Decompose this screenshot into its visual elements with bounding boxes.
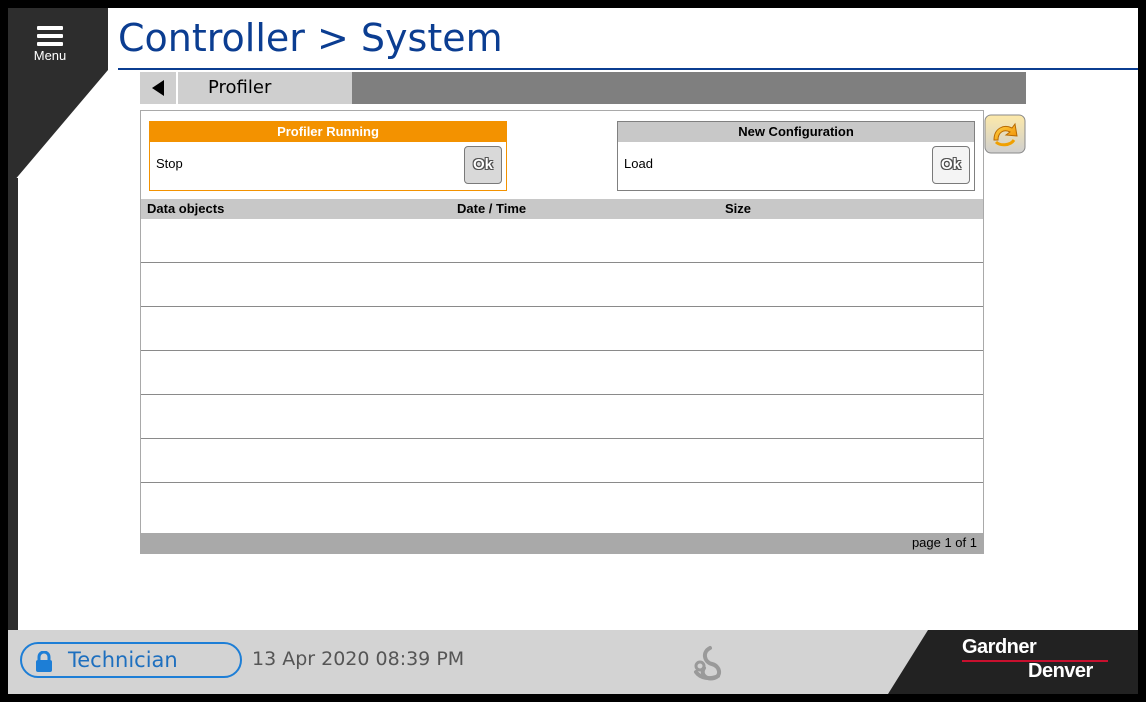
table-row[interactable] (141, 483, 983, 527)
stop-ok-button[interactable]: Ok (464, 146, 502, 184)
profiler-status-box: Profiler Running Stop Ok (149, 121, 507, 191)
app-screen: Menu Controller > System Profiler Profil… (8, 8, 1138, 694)
menu-panel (8, 8, 108, 188)
refresh-button[interactable] (984, 114, 1026, 154)
profiler-panel: Profiler Running Stop Ok New Configurati… (140, 110, 984, 554)
refresh-arrow-icon (984, 114, 1026, 154)
profiler-action-label: Stop (156, 156, 183, 171)
hamburger-icon (37, 26, 63, 46)
table-header: Data objects Date / Time Size (141, 199, 983, 219)
status-footer: Technician 13 Apr 2020 08:39 PM Gardner … (8, 630, 1138, 694)
configuration-action-row: Load Ok (618, 142, 974, 190)
brand-logo: Gardner Denver (888, 630, 1138, 694)
menu-label: Menu (33, 48, 67, 63)
table-footer: page 1 of 1 (141, 533, 983, 553)
data-objects-table (141, 219, 983, 527)
swirl-logo-icon (688, 644, 732, 689)
table-row[interactable] (141, 395, 983, 439)
new-configuration-header: New Configuration (618, 122, 974, 142)
configuration-action-label: Load (624, 156, 653, 171)
table-row[interactable] (141, 219, 983, 263)
table-row[interactable] (141, 307, 983, 351)
column-header-size: Size (725, 201, 752, 216)
table-row[interactable] (141, 263, 983, 307)
table-row[interactable] (141, 351, 983, 395)
new-configuration-box: New Configuration Load Ok (617, 121, 975, 191)
load-ok-button[interactable]: Ok (932, 146, 970, 184)
column-header-data-objects: Data objects (147, 201, 225, 216)
left-border-strip (8, 178, 18, 630)
column-header-date-time: Date / Time (457, 201, 527, 216)
pagination-label: page 1 of 1 (911, 535, 977, 550)
lock-icon (34, 650, 54, 678)
profiler-action-row: Stop Ok (150, 142, 506, 190)
datetime-display: 13 Apr 2020 08:39 PM (252, 648, 465, 670)
page-title: Controller > System (118, 16, 503, 60)
user-role-label: Technician (68, 648, 178, 672)
profiler-status-header: Profiler Running (150, 122, 506, 142)
back-button[interactable] (140, 72, 178, 104)
table-row[interactable] (141, 439, 983, 483)
menu-button[interactable]: Menu (22, 18, 78, 76)
back-arrow-icon (152, 80, 164, 96)
user-login-button[interactable]: Technician (20, 642, 242, 678)
title-underline (118, 68, 1138, 70)
brand-name-line1: Gardner (962, 636, 1037, 658)
brand-name-line2: Denver (1028, 660, 1093, 682)
tab-profiler[interactable]: Profiler (178, 72, 352, 104)
